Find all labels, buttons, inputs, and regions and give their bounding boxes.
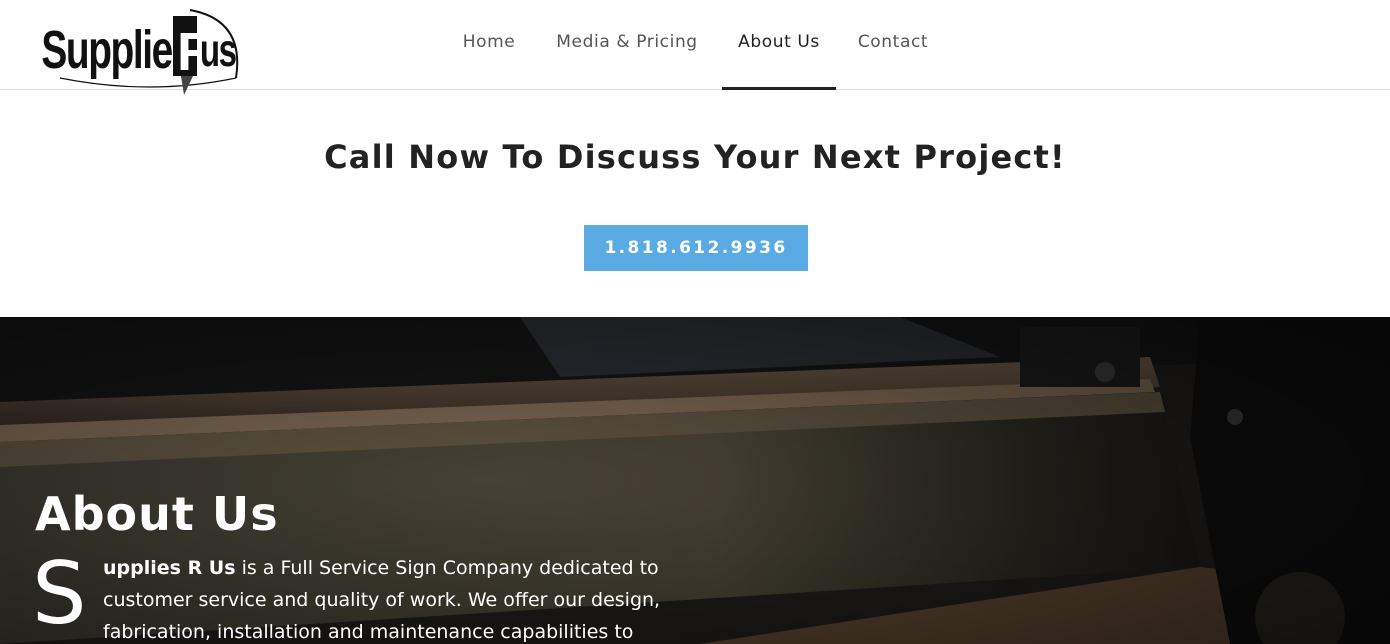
nav-contact[interactable]: Contact <box>843 0 943 90</box>
nav-media-pricing[interactable]: Media & Pricing <box>540 0 714 90</box>
about-paragraph: upplies R Us is a Full Service Sign Comp… <box>103 552 683 644</box>
company-name: upplies R Us <box>103 557 236 579</box>
site-header: Supplies R us Home Media & Pricing About… <box>0 0 1390 95</box>
drop-cap-letter: S <box>32 544 87 644</box>
cta-heading: Call Now To Discuss Your Next Project! <box>324 138 1066 176</box>
about-hero: About Us S upplies R Us is a Full Servic… <box>0 317 1390 644</box>
nav-home[interactable]: Home <box>448 0 530 90</box>
main-nav: Home Media & Pricing About Us Contact <box>0 0 1390 90</box>
about-heading: About Us <box>35 487 279 541</box>
nav-about-us[interactable]: About Us <box>722 0 836 90</box>
call-phone-button[interactable]: 1.818.612.9936 <box>584 225 808 271</box>
